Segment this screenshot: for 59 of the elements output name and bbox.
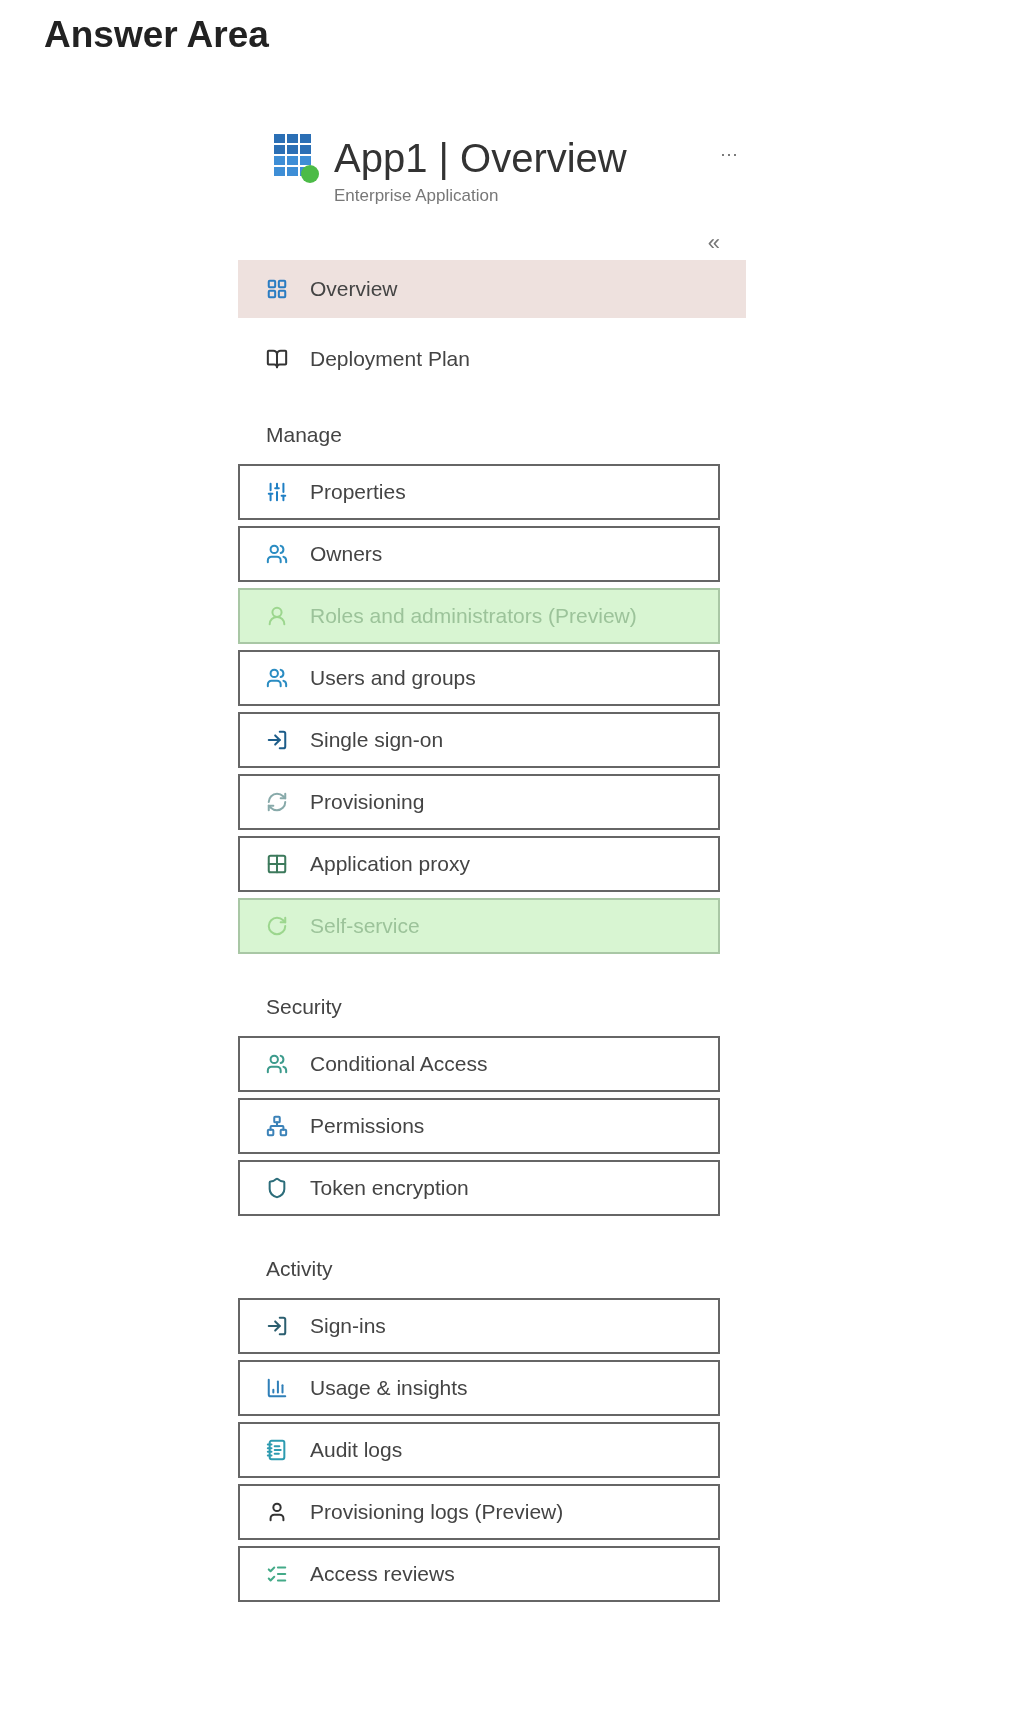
notebook-icon [266, 1439, 288, 1461]
section-title: Manage [266, 422, 342, 448]
nav-label: Access reviews [310, 1562, 455, 1586]
nav-label: Permissions [310, 1114, 425, 1138]
nav-item[interactable]: Owners [238, 526, 720, 582]
network-icon [266, 1115, 288, 1137]
nav-label: Owners [310, 542, 383, 566]
nav-item[interactable]: Access reviews [238, 1546, 720, 1602]
nav-item[interactable]: Provisioning logs (Preview) [238, 1484, 720, 1540]
people-icon [266, 1053, 288, 1075]
nav-label: Application proxy [310, 852, 470, 876]
nav-item[interactable]: Token encryption [238, 1160, 720, 1216]
collapse-button[interactable]: « [707, 230, 720, 256]
sign-in-icon [266, 1315, 288, 1337]
nav-label: Properties [310, 480, 406, 504]
people-icon [266, 543, 288, 565]
nav-label: Sign-ins [310, 1314, 386, 1338]
nav-label: Audit logs [310, 1438, 403, 1462]
book-icon [266, 348, 288, 370]
nav-item[interactable]: Application proxy [238, 836, 720, 892]
nav-label: Self-service [310, 914, 420, 938]
sign-in-icon [266, 729, 288, 751]
people-icon [266, 667, 288, 689]
nav-item[interactable]: Users and groups [238, 650, 720, 706]
nav-item[interactable]: Provisioning [238, 774, 720, 830]
nav-label: Token encryption [310, 1176, 469, 1200]
nav-label: Users and groups [310, 666, 476, 690]
section-title: Activity [266, 1256, 333, 1282]
more-options[interactable]: ··· [720, 144, 738, 165]
section-title: Security [266, 994, 342, 1020]
nav-label: Usage & insights [310, 1376, 468, 1400]
nav-label: Conditional Access [310, 1052, 488, 1076]
grid-icon [266, 853, 288, 875]
blade-title: App1 | Overview [334, 135, 627, 182]
nav-item[interactable]: Single sign-on [238, 712, 720, 768]
nav-label: Single sign-on [310, 728, 444, 752]
nav-label: Provisioning logs (Preview) [310, 1500, 564, 1524]
sliders-icon [266, 481, 288, 503]
nav-item[interactable]: Properties [238, 464, 720, 520]
app-grid-icon [274, 134, 320, 184]
nav-item[interactable]: Overview [238, 260, 746, 318]
nav-item[interactable]: Sign-ins [238, 1298, 720, 1354]
sync-icon [266, 791, 288, 813]
nav-item[interactable]: Deployment Plan [238, 330, 746, 388]
nav-label: Roles and administrators (Preview) [310, 604, 637, 628]
nav-item[interactable]: Audit logs [238, 1422, 720, 1478]
chart-icon [266, 1377, 288, 1399]
nav-label: Provisioning [310, 790, 425, 814]
nav-label: Overview [310, 277, 398, 301]
refresh-icon [266, 915, 288, 937]
nav-item[interactable]: Conditional Access [238, 1036, 720, 1092]
nav-item[interactable]: Usage & insights [238, 1360, 720, 1416]
nav-item[interactable]: Permissions [238, 1098, 720, 1154]
person-icon [266, 605, 288, 627]
heading: Answer Area [44, 14, 269, 56]
shield-icon [266, 1177, 288, 1199]
blade-subtitle: Enterprise Application [334, 186, 500, 206]
nav-label: Deployment Plan [310, 347, 470, 371]
grid-icon [266, 278, 288, 300]
